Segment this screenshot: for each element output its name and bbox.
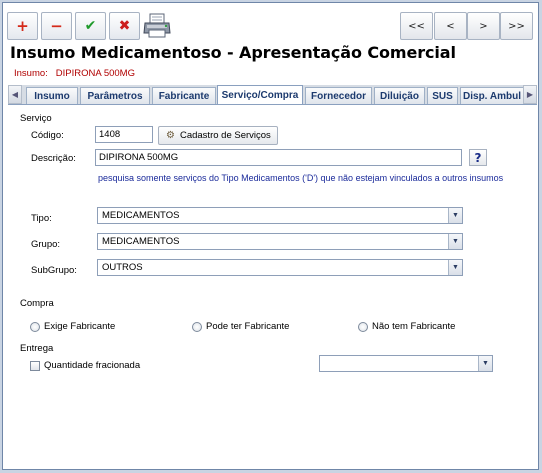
gears-icon: ⚙ <box>166 130 175 141</box>
radio-exige-fabricante[interactable] <box>30 322 40 332</box>
cadastro-servicos-label: Cadastro de Serviços <box>179 130 271 141</box>
codigo-field[interactable]: 1408 <box>95 126 153 143</box>
last-icon: >> <box>508 20 525 32</box>
tab-fabricante[interactable]: Fabricante <box>152 87 216 104</box>
tab-disp-ambul[interactable]: Disp. Ambul <box>460 87 524 104</box>
close-icon: ✖ <box>118 18 131 34</box>
next-icon: > <box>479 20 488 32</box>
arrow-right-icon: ▶ <box>526 90 534 99</box>
previous-icon: < <box>446 20 455 32</box>
tipo-value: MEDICAMENTOS <box>102 210 180 221</box>
insumo-subtitle: Insumo: DIPIRONA 500MG <box>14 68 135 79</box>
grupo-label: Grupo: <box>31 239 61 250</box>
help-button[interactable]: ? <box>469 149 487 166</box>
tab-divider <box>8 104 537 105</box>
last-record-button[interactable]: >> <box>500 12 533 40</box>
minus-icon: − <box>50 17 63 35</box>
chevron-down-icon[interactable]: ▼ <box>448 260 462 275</box>
chevron-down-icon[interactable]: ▼ <box>448 234 462 249</box>
tab-insumo[interactable]: Insumo <box>26 87 78 104</box>
radio-exige-fabricante-label[interactable]: Exige Fabricante <box>44 321 115 332</box>
chevron-down-icon[interactable]: ▼ <box>448 208 462 223</box>
arrow-left-icon: ◀ <box>11 90 19 99</box>
tipo-select[interactable]: MEDICAMENTOS ▼ <box>97 207 463 224</box>
insumo-value: DIPIRONA 500MG <box>55 68 135 79</box>
quantidade-fracionada-checkbox[interactable] <box>30 361 40 371</box>
radio-pode-ter-fabricante-label[interactable]: Pode ter Fabricante <box>206 321 289 332</box>
confirm-button[interactable]: ✔ <box>75 12 106 40</box>
tab-strip: ◀ Insumo Parâmetros Fabricante Serviço/C… <box>8 85 537 104</box>
add-button[interactable]: + <box>7 12 38 40</box>
radio-nao-tem-fabricante-label[interactable]: Não tem Fabricante <box>372 321 455 332</box>
descricao-label: Descrição: <box>31 153 76 164</box>
help-icon: ? <box>474 150 482 165</box>
entrega-select[interactable]: ▼ <box>319 355 493 372</box>
radio-nao-tem-fabricante[interactable] <box>358 322 368 332</box>
search-hint: pesquisa somente serviços do Tipo Medica… <box>98 173 504 183</box>
subgrupo-label: SubGrupo: <box>31 265 77 276</box>
tab-scroll-right[interactable]: ▶ <box>523 85 537 104</box>
grupo-select[interactable]: MEDICAMENTOS ▼ <box>97 233 463 250</box>
codigo-label: Código: <box>31 130 64 141</box>
printer-icon <box>143 13 171 38</box>
grupo-value: MEDICAMENTOS <box>102 236 180 247</box>
compra-section-label: Compra <box>20 298 54 309</box>
insumo-label: Insumo: <box>14 68 48 79</box>
previous-record-button[interactable]: < <box>434 12 467 40</box>
next-record-button[interactable]: > <box>467 12 500 40</box>
servico-section-label: Serviço <box>20 113 52 124</box>
page-title: Insumo Medicamentoso - Apresentação Come… <box>10 43 456 62</box>
check-icon: ✔ <box>84 18 97 34</box>
descricao-field[interactable]: DIPIRONA 500MG <box>95 149 462 166</box>
subgrupo-value: OUTROS <box>102 262 143 273</box>
radio-pode-ter-fabricante[interactable] <box>192 322 202 332</box>
main-window: + − ✔ ✖ << < > >> Insumo Medicamentoso -… <box>2 2 539 470</box>
cancel-button[interactable]: ✖ <box>109 12 140 40</box>
subgrupo-select[interactable]: OUTROS ▼ <box>97 259 463 276</box>
first-icon: << <box>408 20 425 32</box>
tab-diluicao[interactable]: Diluição <box>374 87 425 104</box>
cadastro-servicos-button[interactable]: ⚙ Cadastro de Serviços <box>158 126 278 145</box>
tab-fornecedor[interactable]: Fornecedor <box>305 87 372 104</box>
plus-icon: + <box>16 17 29 35</box>
quantidade-fracionada-label[interactable]: Quantidade fracionada <box>44 360 140 371</box>
tab-parametros[interactable]: Parâmetros <box>80 87 150 104</box>
tipo-label: Tipo: <box>31 213 52 224</box>
chevron-down-icon[interactable]: ▼ <box>478 356 492 371</box>
delete-button[interactable]: − <box>41 12 72 40</box>
tab-sus[interactable]: SUS <box>427 87 458 104</box>
first-record-button[interactable]: << <box>400 12 433 40</box>
tab-servico-compra[interactable]: Serviço/Compra <box>217 85 303 104</box>
entrega-section-label: Entrega <box>20 343 54 354</box>
print-button[interactable] <box>141 12 173 40</box>
tab-scroll-left[interactable]: ◀ <box>8 85 22 104</box>
